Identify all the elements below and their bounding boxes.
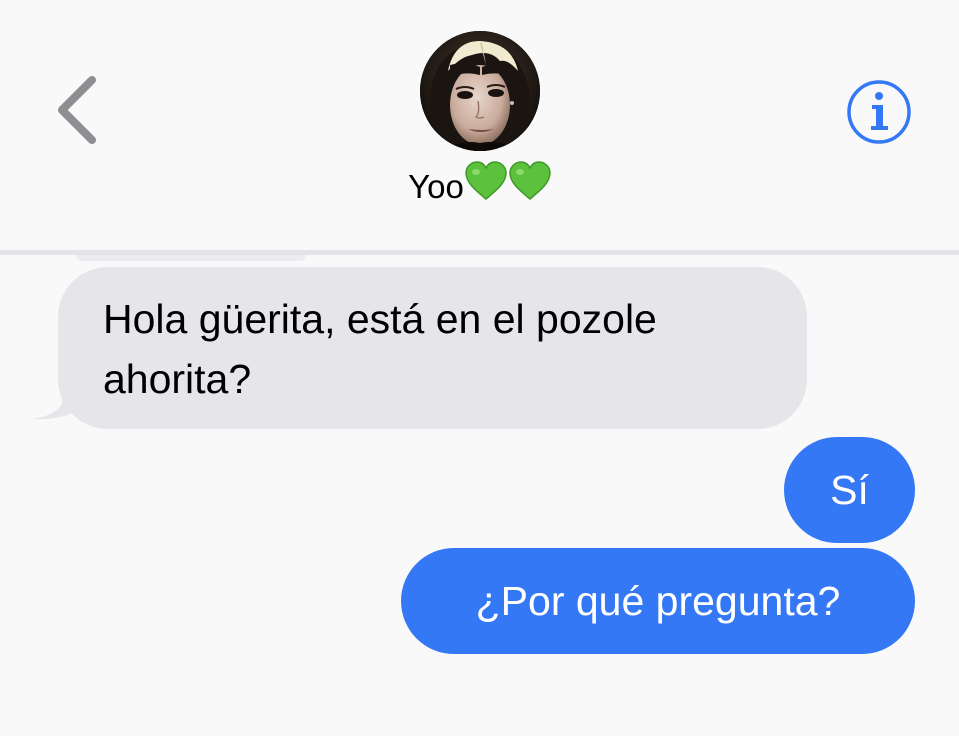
green-heart-icon [508, 161, 552, 212]
contact-avatar[interactable] [420, 31, 540, 151]
message-text: ¿Por qué pregunta? [475, 578, 841, 624]
contact-name-text: Yoo [408, 168, 464, 205]
conversation-header: Yoo [0, 0, 959, 250]
outgoing-message-bubble[interactable]: ¿Por qué pregunta? [401, 548, 915, 654]
incoming-message-bubble[interactable]: Hola güerita, está en el pozole ahorita? [58, 267, 807, 429]
green-heart-icon [464, 161, 508, 212]
avatar-photo [420, 31, 540, 151]
contact-name[interactable]: Yoo [330, 161, 630, 209]
message-thread[interactable]: Hola güerita, está en el pozole ahorita?… [0, 255, 959, 736]
chevron-left-icon [58, 76, 96, 144]
info-button[interactable] [846, 79, 912, 145]
outgoing-message-bubble[interactable]: Sí [784, 437, 915, 543]
back-button[interactable] [48, 70, 108, 150]
info-icon [847, 80, 911, 144]
message-text: Hola güerita, está en el pozole ahorita? [103, 296, 657, 402]
previous-message-edge [76, 255, 306, 261]
message-text: Sí [830, 467, 869, 513]
